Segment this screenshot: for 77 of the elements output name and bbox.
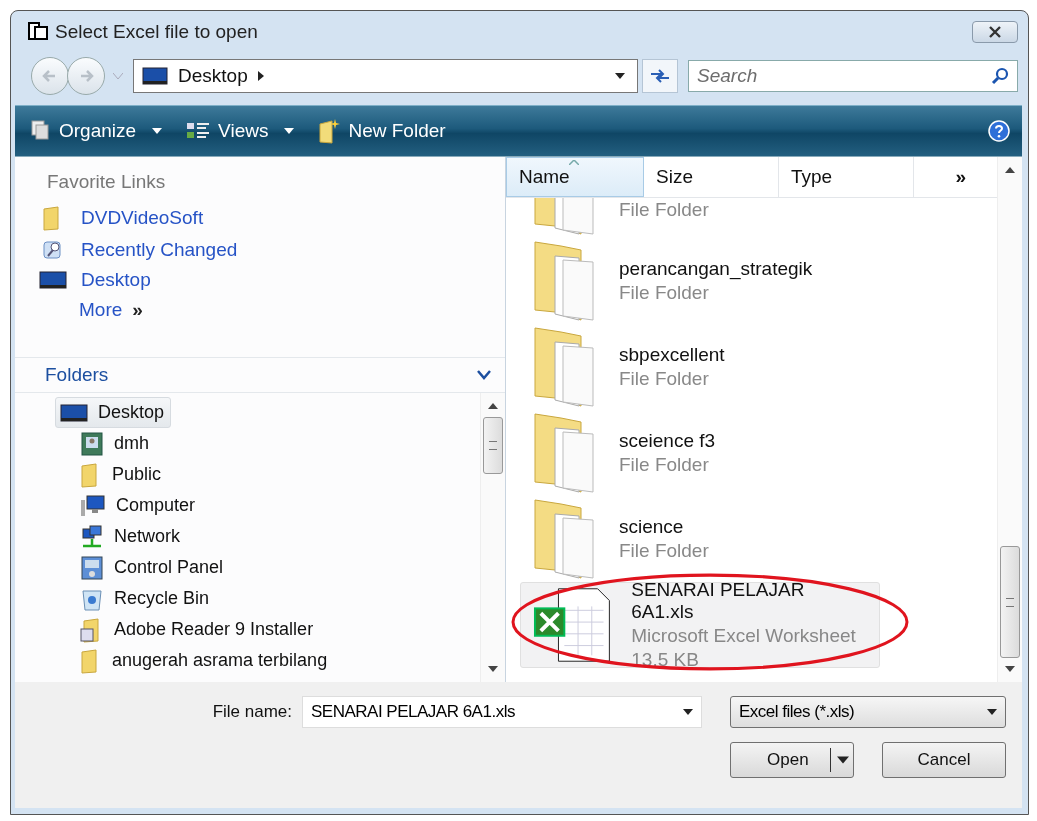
views-button[interactable]: Views <box>184 120 297 142</box>
file-item[interactable]: science File Folder <box>520 496 880 582</box>
file-item[interactable]: sbpexcellent File Folder <box>520 324 880 410</box>
tree-item[interactable]: Recycle Bin <box>75 583 217 614</box>
caret-icon <box>837 756 849 764</box>
file-name-field[interactable]: SENARAI PELAJAR 6A1.xls <box>302 696 702 728</box>
file-type: File Folder <box>619 540 709 562</box>
organize-button[interactable]: Organize <box>29 120 165 142</box>
file-name: SENARAI PELAJAR 6A1.xls <box>631 579 806 623</box>
file-name: science <box>619 516 685 538</box>
close-icon <box>988 26 1002 38</box>
favorite-link[interactable]: Recently Changed <box>39 239 238 261</box>
help-button[interactable] <box>988 120 1010 142</box>
caret-icon <box>284 128 295 134</box>
file-type: File Folder <box>619 454 710 476</box>
file-name-label: File name: <box>212 702 292 722</box>
scrollbar[interactable] <box>997 157 1022 682</box>
file-item[interactable]: sceience f3 File Folder <box>520 410 880 496</box>
file-name: sceience f3 <box>619 430 716 452</box>
section-heading: Favorite Links <box>46 171 167 193</box>
favorite-link[interactable]: Desktop <box>39 269 151 291</box>
network-icon <box>80 524 104 549</box>
tree-item[interactable]: Public <box>75 459 169 490</box>
file-type: Microsoft Excel Worksheet <box>631 625 857 647</box>
tree-item[interactable]: Network <box>75 521 187 552</box>
search-field[interactable]: Search <box>688 60 1018 92</box>
window-title: Select Excel file to open <box>55 21 258 43</box>
refresh-button[interactable] <box>642 59 678 93</box>
close-button[interactable] <box>972 21 1018 43</box>
file-item[interactable]: perancangan_strategik File Folder <box>520 238 880 324</box>
control-panel-icon <box>80 555 104 580</box>
file-name: perancangan_strategik <box>619 258 813 280</box>
tree-item[interactable]: dmh <box>75 428 156 459</box>
help-icon <box>988 120 1010 142</box>
scroll-up-icon[interactable] <box>1005 167 1015 173</box>
cancel-button[interactable]: Cancel <box>882 742 1006 778</box>
scroll-down-icon[interactable] <box>1005 666 1015 672</box>
column-header[interactable]: Size <box>644 157 779 197</box>
breadcrumb-arrow-icon <box>257 71 264 81</box>
favorite-link[interactable]: DVDVideoSoft <box>39 205 204 231</box>
tree-item[interactable]: anugerah asrama terbilang <box>75 645 335 676</box>
tree-item[interactable]: Desktop <box>55 397 172 428</box>
open-split-button[interactable]: Open <box>730 742 854 778</box>
folders-header[interactable]: Folders <box>15 357 505 393</box>
views-icon <box>186 121 211 141</box>
desktop-icon <box>60 402 88 423</box>
computer-icon <box>80 493 106 518</box>
column-header[interactable]: Type <box>779 157 914 197</box>
file-name: sbpexcellent <box>619 344 725 366</box>
new-folder-button[interactable]: New Folder <box>316 118 448 144</box>
desktop-icon <box>39 270 67 290</box>
search-icon <box>991 67 1009 85</box>
file-item[interactable]: File Folder <box>520 198 880 238</box>
scrollbar[interactable] <box>480 393 505 682</box>
dropdown-caret-icon[interactable] <box>615 73 625 79</box>
tree-item[interactable]: Control Panel <box>75 552 231 583</box>
file-type: File Folder <box>619 368 710 390</box>
pages-icon <box>31 120 51 142</box>
file-type: File Folder <box>619 199 709 221</box>
app-icon <box>27 21 49 43</box>
dropdown-caret-icon[interactable] <box>683 709 693 715</box>
refresh-arrows-icon <box>649 68 671 84</box>
more-link[interactable]: More » <box>79 299 143 321</box>
contact-card-icon <box>80 431 104 456</box>
scroll-up-icon[interactable] <box>488 403 498 409</box>
address-bar[interactable]: Desktop <box>133 59 638 93</box>
file-type: File Folder <box>619 282 710 304</box>
scroll-down-icon[interactable] <box>488 666 498 672</box>
file-type-dropdown[interactable]: Excel files (*.xls) <box>730 696 1006 728</box>
desktop-icon <box>142 66 168 86</box>
caret-icon <box>152 128 163 134</box>
tree-item[interactable]: Adobe Reader 9 Installer <box>75 614 321 645</box>
column-header[interactable]: Name <box>506 157 644 197</box>
new-folder-icon <box>318 118 341 144</box>
tree-item[interactable]: Computer <box>75 490 203 521</box>
dropdown-caret-icon <box>987 709 997 715</box>
column-header[interactable]: » <box>914 157 978 197</box>
